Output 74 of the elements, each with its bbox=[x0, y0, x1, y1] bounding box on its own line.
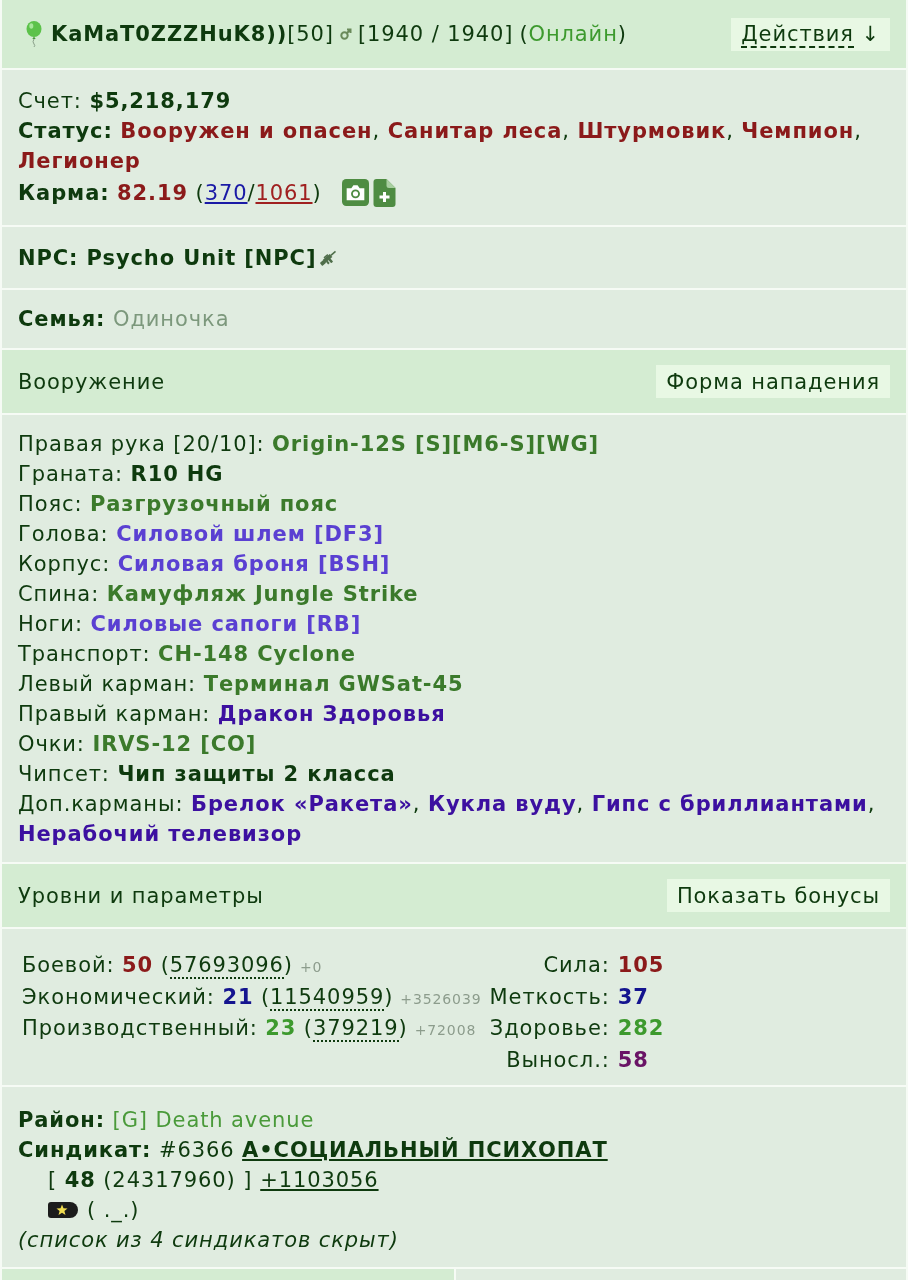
equipment-item-link[interactable]: Терминал GWSat-45 bbox=[203, 671, 464, 696]
experience-gain: +72008 bbox=[414, 1021, 477, 1040]
equipment-item-link[interactable]: Разгрузочный пояс bbox=[90, 491, 339, 516]
negative-votes-link[interactable]: 1061 bbox=[255, 180, 313, 205]
stat-value: 105 bbox=[617, 952, 665, 979]
player-name[interactable]: KaMaT0ZZZHuK8)) bbox=[51, 19, 288, 49]
actions-dropdown-button[interactable]: Действия ↓ bbox=[731, 17, 890, 51]
equipment-line: Корпус: Силовая броня [BSH] bbox=[18, 550, 392, 578]
status-titles: Статус: Вооружен и опасен, Санитар леса, Штурмовик, Чемпион, Легионер bbox=[18, 118, 863, 175]
experience-gain: +3526039 bbox=[400, 989, 482, 1009]
stat-label: Сила: bbox=[542, 952, 610, 979]
player-level: [50] bbox=[287, 21, 334, 48]
syndicate-level: [ 48 (24317960) ] bbox=[48, 1167, 253, 1194]
equipment-item-link[interactable]: Origin-12S [S][M6-S][WG] bbox=[272, 431, 600, 456]
star-rank-icon bbox=[48, 1202, 78, 1218]
attack-form-button[interactable]: Форма нападения bbox=[656, 365, 890, 398]
stat-label: Выносл.: bbox=[505, 1046, 610, 1074]
experience-points: 379219 bbox=[312, 1016, 399, 1042]
family-status: Семья: Одиночка bbox=[18, 306, 230, 333]
camera-icon[interactable] bbox=[341, 179, 369, 206]
equipment-item-link[interactable]: Брелок «Ракета» bbox=[191, 791, 413, 816]
skill-level: Экономический: 21 (11540959) bbox=[22, 983, 394, 1012]
equipment-item-link[interactable]: Камуфляж Jungle Strike bbox=[106, 581, 419, 606]
equipment-item-link[interactable]: Силовая броня [BSH] bbox=[117, 551, 391, 576]
equipment-item-link[interactable]: Нерабочий телевизор bbox=[18, 821, 303, 846]
equipment-line: Правый карман: Дракон Здоровья bbox=[18, 700, 447, 728]
equipment-line: Транспорт: CH-148 Cyclone bbox=[18, 640, 357, 668]
equipment-line: Правая рука [20/10]: Origin-12S [S][M6-S][WG] bbox=[18, 430, 601, 458]
syndicate-text: Синдикат: #6366 А•СОЦИАЛЬНЫЙ ПСИХОПАТ bbox=[18, 1136, 609, 1164]
syndicate-link[interactable]: А•СОЦИАЛЬНЫЙ ПСИХОПАТ bbox=[242, 1138, 608, 1162]
section-title: Уровни и параметры bbox=[18, 882, 264, 910]
file-plus-icon[interactable] bbox=[372, 178, 396, 207]
equipment-line: Доп.карманы: Брелок «Ракета», Кукла вуду, Гипс с бриллиантами, Нерабочий телевизор bbox=[18, 790, 877, 848]
equipment-item-link[interactable]: CH-148 Cyclone bbox=[158, 641, 356, 666]
experience-points: 57693096 bbox=[169, 953, 284, 979]
equipment-item-link[interactable]: Силовой шлем [DF3] bbox=[116, 521, 384, 546]
experience-gain: +0 bbox=[299, 958, 323, 977]
equipment-item-link[interactable]: Гипс с бриллиантами bbox=[591, 791, 868, 816]
account-balance: Счет: $5,218,179 bbox=[18, 88, 233, 115]
equipment-line: Левый карман: Терминал GWSat-45 bbox=[18, 670, 465, 698]
show-bonuses-button[interactable]: Показать бонусы bbox=[666, 879, 890, 912]
positive-votes-link[interactable]: 370 bbox=[204, 180, 248, 205]
equipment-item-link[interactable]: Дракон Здоровья bbox=[217, 701, 446, 726]
equipment-line: Ноги: Силовые сапоги [RB] bbox=[18, 610, 363, 638]
equipment-item-link[interactable]: R10 HG bbox=[130, 461, 224, 486]
district-text: Район: [G] Death avenue bbox=[18, 1107, 316, 1134]
equipment-line: Пояс: Разгрузочный пояс bbox=[18, 490, 340, 518]
stat-label: Здоровье: bbox=[489, 1015, 610, 1042]
syndicate-rank: ( ._.) bbox=[87, 1197, 140, 1225]
skill-level: Боевой: 50 (57693096) bbox=[22, 952, 293, 981]
stat-label: Меткость: bbox=[489, 983, 610, 1011]
male-sign-icon bbox=[339, 28, 352, 40]
hidden-syndicates-note: (список из 4 синдикатов скрыт) bbox=[18, 1227, 400, 1254]
balloon-icon bbox=[26, 21, 42, 47]
equipment-item-link[interactable]: Силовые сапоги [RB] bbox=[90, 611, 362, 636]
equipment-item-link[interactable]: Кукла вуду bbox=[427, 791, 577, 816]
online-status: (Онлайн) bbox=[519, 21, 627, 48]
experience-points: 11540959 bbox=[270, 984, 385, 1011]
syndicate-gain-link[interactable]: +1103056 bbox=[260, 1165, 379, 1195]
stat-value: 37 bbox=[617, 983, 650, 1011]
equipment-line: Чипсет: Чип защиты 2 класса bbox=[18, 760, 397, 788]
karma-text: Карма: 82.19 (370/1061) bbox=[18, 179, 322, 207]
equipment-line: Спина: Камуфляж Jungle Strike bbox=[18, 580, 420, 608]
equipment-line: Голова: Силовой шлем [DF3] bbox=[18, 520, 385, 548]
equipment-line: Очки: IRVS-12 [CO] bbox=[18, 730, 258, 758]
equipment-item-link[interactable]: IRVS-12 [CO] bbox=[92, 731, 257, 756]
skill-level: Производственный: 23 (379219) bbox=[22, 1015, 408, 1044]
stat-value: 58 bbox=[617, 1046, 650, 1074]
npc-name: NPC: Psycho Unit [NPC] bbox=[18, 244, 317, 272]
section-title: Вооружение bbox=[18, 368, 165, 396]
equipment-line: Граната: R10 HG bbox=[18, 460, 225, 488]
equipment-item-link[interactable]: Чип защиты 2 класса bbox=[117, 761, 396, 786]
health-points: [1940 / 1940] bbox=[357, 21, 514, 48]
stat-value: 282 bbox=[617, 1015, 665, 1042]
